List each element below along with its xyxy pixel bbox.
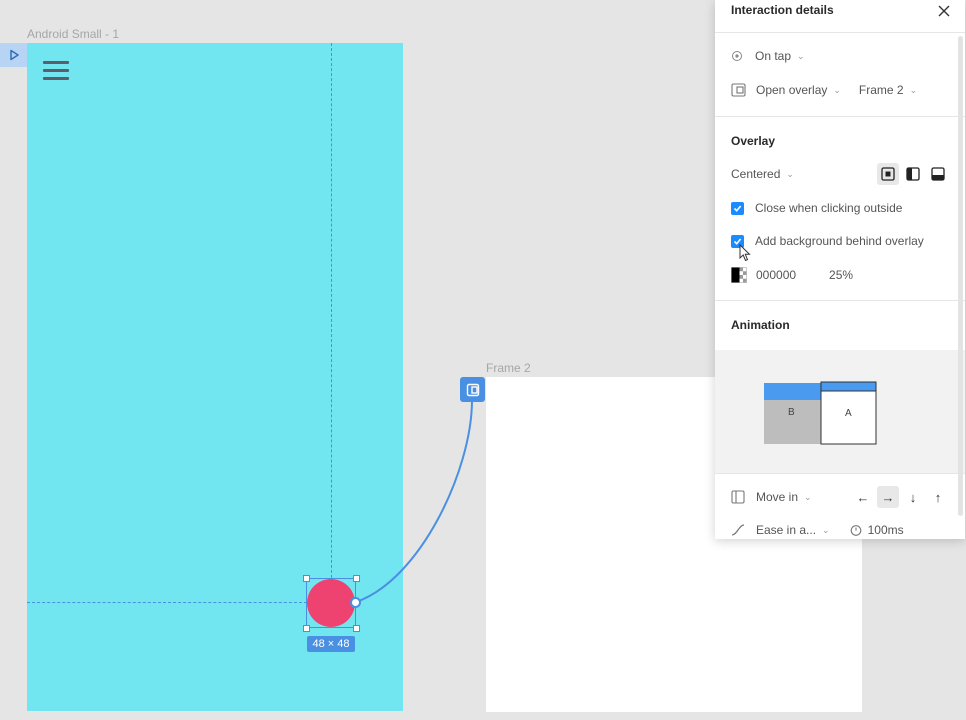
- chevron-down-icon: ⌄: [797, 50, 805, 61]
- overlay-left-icon: [906, 167, 920, 181]
- chevron-down-icon: ⌄: [909, 84, 918, 95]
- size-badge: 48 × 48: [307, 636, 355, 652]
- easing-curve-icon: [731, 524, 745, 536]
- preview-a-label: A: [845, 408, 852, 419]
- divider: [715, 116, 965, 117]
- overlay-icon: [731, 83, 746, 97]
- chevron-down-icon: ⌄: [786, 168, 794, 179]
- resize-handle-br[interactable]: [353, 625, 360, 632]
- mouse-cursor-icon: [739, 244, 751, 262]
- position-bottom-button[interactable]: [927, 163, 949, 185]
- interaction-details-panel: Interaction details On tap ⌄ Open overla…: [715, 0, 965, 539]
- direction-left-button[interactable]: ←: [852, 486, 874, 508]
- add-background-label: Add background behind overlay: [755, 234, 924, 248]
- checkmark-icon: [733, 204, 742, 212]
- overlay-destination-marker[interactable]: [460, 377, 485, 402]
- divider: [715, 473, 965, 474]
- background-color-row: 000000 25%: [731, 265, 949, 285]
- background-color-hex[interactable]: 000000: [756, 268, 796, 282]
- direction-right-button[interactable]: →: [877, 486, 899, 508]
- duration-input[interactable]: 100ms: [868, 523, 904, 537]
- trigger-label: On tap: [755, 49, 792, 63]
- resize-handle-bl[interactable]: [303, 625, 310, 632]
- animation-type-dropdown[interactable]: Move in: [756, 490, 798, 504]
- overlay-bottom-icon: [931, 167, 945, 181]
- chevron-down-icon: ⌄: [833, 84, 841, 95]
- easing-dropdown[interactable]: Ease in a...: [756, 523, 816, 537]
- frame2-label[interactable]: Frame 2: [486, 361, 531, 375]
- panel-title: Interaction details: [731, 3, 834, 17]
- animation-type-row: Move in ⌄ ← → ↓ ↑: [731, 486, 949, 508]
- timer-icon: [850, 525, 861, 536]
- chevron-down-icon: ⌄: [804, 491, 812, 502]
- animation-preview-graphic: [764, 381, 877, 445]
- hamburger-menu-icon[interactable]: [43, 58, 69, 82]
- direction-up-button[interactable]: ↑: [927, 486, 949, 508]
- easing-row: Ease in a... ⌄ 100ms: [731, 520, 949, 540]
- overlay-position-dropdown[interactable]: Centered: [731, 167, 780, 181]
- close-outside-label: Close when clicking outside: [755, 201, 903, 215]
- animation-section-title: Animation: [731, 318, 790, 332]
- direction-down-button[interactable]: ↓: [902, 486, 924, 508]
- vertical-guide: [331, 43, 332, 603]
- divider: [715, 300, 965, 301]
- close-icon: [938, 5, 950, 17]
- close-button[interactable]: [935, 2, 953, 20]
- color-swatch-icon[interactable]: [731, 267, 747, 283]
- chevron-down-icon: ⌄: [822, 524, 830, 535]
- position-center-button[interactable]: [877, 163, 899, 185]
- horizontal-guide: [27, 602, 307, 603]
- close-outside-row: Close when clicking outside: [731, 198, 949, 218]
- resize-handle-tl[interactable]: [303, 575, 310, 582]
- move-in-icon: [731, 490, 745, 504]
- overlay-position-row: Centered ⌄: [731, 163, 949, 185]
- position-left-button[interactable]: [902, 163, 924, 185]
- destination-dropdown[interactable]: Frame 2: [859, 83, 904, 97]
- background-opacity[interactable]: 25%: [829, 268, 853, 282]
- tap-icon: [732, 51, 742, 61]
- prototype-start-flag[interactable]: [0, 43, 27, 67]
- frame1-label[interactable]: Android Small - 1: [27, 27, 119, 41]
- action-dropdown[interactable]: Open overlay: [756, 83, 827, 97]
- overlay-center-icon: [881, 167, 895, 181]
- trigger-dropdown[interactable]: On tap ⌄: [731, 46, 949, 66]
- panel-scrollbar[interactable]: [958, 36, 963, 516]
- close-outside-checkbox[interactable]: [731, 201, 744, 215]
- add-background-row: Add background behind overlay: [731, 231, 949, 251]
- selection-box[interactable]: [306, 578, 356, 628]
- preview-b-label: B: [788, 407, 795, 418]
- action-row: Open overlay ⌄ Frame 2 ⌄: [731, 80, 949, 100]
- connection-origin-dot[interactable]: [350, 597, 361, 608]
- play-icon: [9, 49, 19, 61]
- resize-handle-tr[interactable]: [353, 575, 360, 582]
- overlay-icon: [466, 383, 479, 396]
- overlay-section-title: Overlay: [731, 134, 776, 148]
- panel-header: Interaction details: [715, 0, 965, 33]
- animation-preview: B A: [715, 350, 965, 473]
